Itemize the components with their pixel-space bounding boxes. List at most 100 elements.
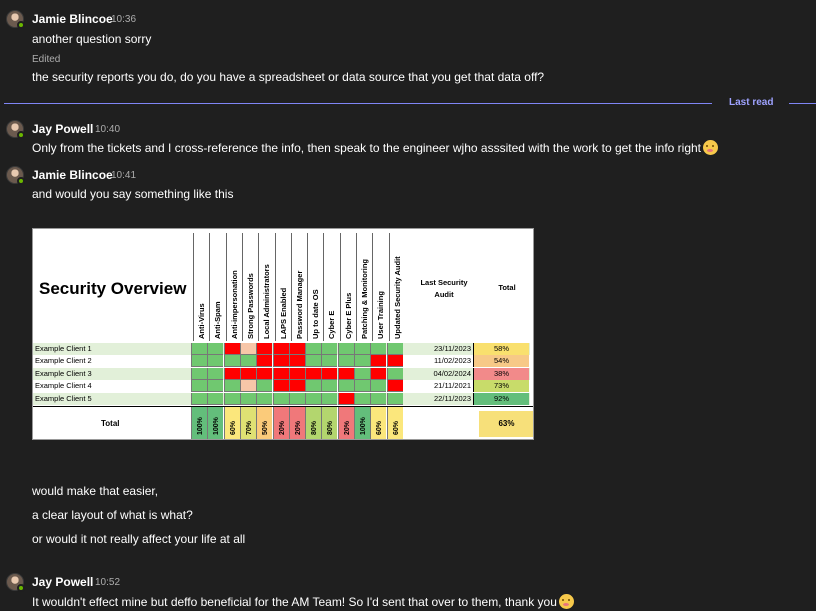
status-cell — [288, 355, 305, 368]
status-cell — [207, 392, 224, 405]
author-name[interactable]: Jay Powell — [32, 575, 93, 589]
column-total-value: 50% — [262, 420, 270, 435]
grimace-emoji-icon — [703, 140, 719, 155]
last-read-divider — [789, 103, 816, 104]
status-cell — [207, 380, 224, 393]
column-header-label: LAPS Enabled — [278, 287, 288, 339]
column-header: Cyber E — [323, 233, 339, 341]
author-name[interactable]: Jay Powell — [32, 122, 93, 136]
client-name: Example Client 1 — [35, 344, 92, 353]
status-cell — [191, 343, 207, 355]
timestamp: 10:40 — [95, 124, 121, 135]
status-cell — [305, 367, 322, 380]
status-cell — [305, 355, 322, 368]
column-total-value: 100% — [197, 417, 204, 435]
column-header: Local Administrators — [258, 233, 274, 341]
column-total-value: 20% — [294, 420, 302, 435]
timestamp: 10:52 — [95, 577, 121, 588]
message-text: Only from the tickets and I cross-refere… — [32, 140, 719, 155]
column-header: Anti-Spam — [209, 233, 225, 341]
status-cell — [272, 355, 289, 368]
avatar[interactable] — [6, 166, 25, 185]
column-total: 20% — [337, 407, 354, 439]
status-cell — [354, 355, 370, 368]
presence-available-icon — [17, 131, 25, 139]
status-cell — [370, 392, 387, 405]
message-text: would make that easier, — [32, 484, 159, 498]
status-cell — [337, 392, 354, 405]
client-total: 58% — [473, 343, 529, 355]
status-cell — [256, 380, 273, 393]
avatar[interactable] — [6, 10, 25, 29]
security-overview-image[interactable]: Security Overview Anti-Virus Anti-Spam Ant… — [32, 228, 534, 440]
status-cell — [370, 367, 387, 380]
column-total: 80% — [321, 407, 338, 439]
status-cell — [223, 367, 240, 380]
audit-date: 21/11/2021 — [434, 381, 471, 391]
table-row: Example Client 5 22/11/2023 92% — [33, 392, 530, 405]
status-cell — [354, 380, 370, 393]
column-header-label: Password Manager — [294, 270, 304, 339]
status-cell — [191, 355, 207, 368]
sheet-title: Security Overview — [39, 279, 187, 298]
client-total: 54% — [473, 355, 529, 368]
total-header: Total — [498, 283, 516, 292]
status-cell — [256, 367, 273, 380]
status-cell — [337, 343, 354, 355]
column-total: 70% — [239, 407, 256, 439]
status-cell — [272, 392, 289, 405]
column-total: 60% — [386, 407, 403, 439]
timestamp: 10:36 — [111, 14, 137, 25]
column-header-label: Strong Passwords — [245, 273, 255, 339]
message-body: It wouldn't effect mine but deffo benefi… — [32, 595, 557, 609]
status-cell — [354, 367, 370, 380]
column-total-value: 20% — [343, 420, 351, 435]
status-cell — [207, 343, 224, 355]
column-header: LAPS Enabled — [274, 233, 291, 341]
message-text: or would it not really affect your life … — [32, 532, 246, 546]
message-text: and would you say something like this — [32, 187, 234, 201]
column-total: 60% — [370, 407, 387, 439]
column-header: Cyber E Plus — [339, 233, 356, 341]
status-cell — [305, 392, 322, 405]
timestamp: 10:41 — [111, 170, 137, 181]
column-header-label: Anti-Virus — [197, 303, 206, 339]
table-row: Example Client 4 21/11/2021 73% — [33, 380, 530, 393]
status-cell — [223, 392, 240, 405]
column-total: 100% — [207, 407, 224, 439]
status-cell — [272, 380, 289, 393]
status-cell — [337, 355, 354, 368]
column-header: User Training — [372, 233, 388, 341]
message-text: a clear layout of what is what? — [32, 508, 193, 522]
audit-date: 22/11/2023 — [434, 393, 471, 403]
avatar[interactable] — [6, 120, 25, 139]
status-cell — [386, 355, 403, 368]
status-cell — [288, 367, 305, 380]
status-cell — [386, 343, 403, 355]
status-cell — [288, 343, 305, 355]
client-name: Example Client 3 — [35, 368, 92, 378]
last-audit-header: Last Security Audit — [420, 278, 468, 299]
status-cell — [354, 392, 370, 405]
status-cell — [386, 380, 403, 393]
audit-date: 23/11/2023 — [434, 344, 471, 353]
author-name[interactable]: Jamie Blincoe — [32, 168, 113, 182]
status-cell — [272, 343, 289, 355]
column-header-label: Cyber E Plus — [343, 292, 353, 339]
table-row: Example Client 1 23/11/2023 58% — [33, 343, 530, 355]
status-cell — [256, 392, 273, 405]
status-cell — [305, 343, 322, 355]
status-cell — [321, 392, 338, 405]
avatar[interactable] — [6, 573, 25, 592]
column-total: 100% — [191, 407, 207, 439]
column-header-label: Updated Security Audit — [392, 256, 402, 339]
author-name[interactable]: Jamie Blincoe — [32, 12, 113, 26]
column-header: Strong Passwords — [241, 233, 258, 341]
table-row: Example Client 2 11/02/2023 54% — [33, 355, 530, 368]
status-cell — [386, 392, 403, 405]
client-name: Example Client 2 — [35, 356, 92, 366]
column-header: Anti-Virus — [193, 233, 209, 341]
status-cell — [321, 367, 338, 380]
client-name: Example Client 4 — [35, 381, 92, 391]
column-total: 80% — [305, 407, 322, 439]
